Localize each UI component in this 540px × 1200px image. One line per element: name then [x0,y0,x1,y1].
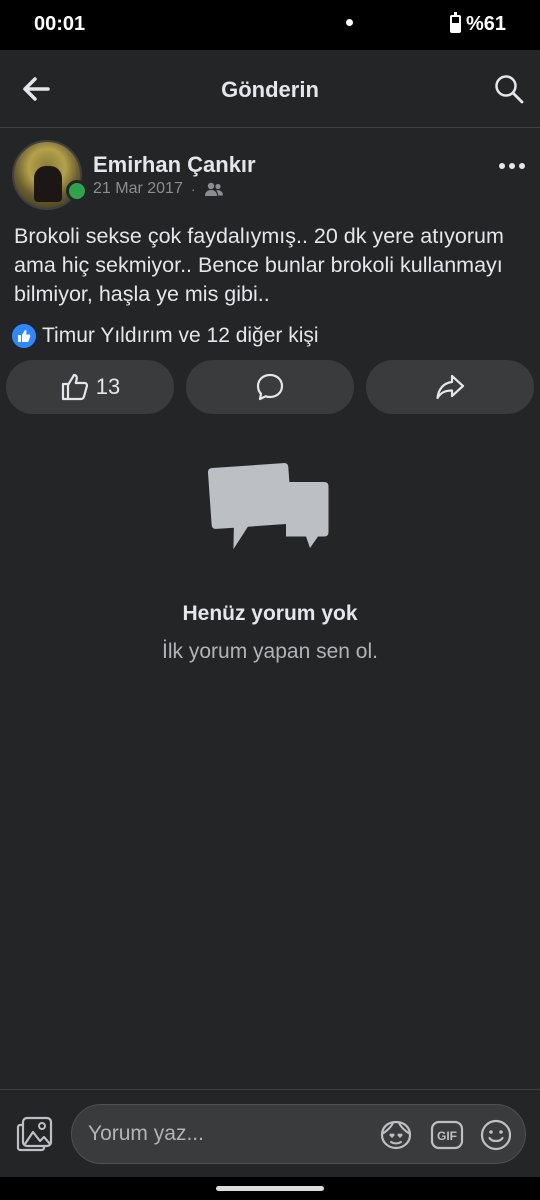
more-dots-icon[interactable] [498,156,526,176]
empty-comments-title: Henüz yorum yok [182,602,358,625]
comment-bubble-icon [256,373,284,401]
comment-composer: Yorum yaz... GIF [0,1089,540,1177]
post-author[interactable]: Emirhan Çankır [93,152,256,178]
page-title: Gönderin [221,77,319,102]
empty-comments-subtitle: İlk yorum yapan sen ol. [162,640,378,663]
post-actions: 13 [6,360,534,414]
online-status-icon [66,180,88,202]
notification-dot-icon [346,19,353,26]
thumbs-up-icon [61,373,88,401]
status-time: 00:01 [34,13,86,35]
post-header: Emirhan Çankır 21 Mar 2017 · [0,138,540,210]
reactions-text: Timur Yıldırım ve 12 diğer kişi [42,324,319,347]
sticker-icon[interactable] [378,1117,414,1153]
post-text: Brokoli sekse çok faydalıymış.. 20 dk ye… [14,224,504,306]
battery-percent: %61 [466,13,507,35]
home-indicator[interactable] [216,1186,324,1191]
post-date[interactable]: 21 Mar 2017 [93,180,183,198]
empty-comments: Henüz yorum yok İlk yorum yapan sen ol. [0,460,540,664]
post-meta: 21 Mar 2017 · [93,180,224,198]
system-nav-bar [0,1177,540,1200]
battery-icon [450,12,461,33]
comment-button[interactable] [186,360,354,414]
empty-comments-icon [208,463,329,550]
status-bar: 00:01 %61 [0,0,540,50]
comment-placeholder: Yorum yaz... [88,1122,204,1145]
top-bar: Gönderin [0,50,540,128]
comment-input[interactable]: Yorum yaz... GIF [71,1104,526,1164]
share-button[interactable] [366,360,534,414]
share-arrow-icon [436,374,465,400]
like-reaction-icon [12,324,36,348]
reactions-summary[interactable]: Timur Yıldırım ve 12 diğer kişi [12,324,319,348]
svg-text:GIF: GIF [437,1129,457,1143]
gif-icon[interactable]: GIF [430,1117,464,1153]
like-count: 13 [95,374,121,399]
search-icon[interactable] [494,74,524,104]
photo-icon[interactable] [16,1116,54,1152]
like-button[interactable]: 13 [6,360,174,414]
emoji-icon[interactable] [478,1117,514,1153]
friends-icon [204,182,223,196]
meta-separator: · [190,181,196,197]
